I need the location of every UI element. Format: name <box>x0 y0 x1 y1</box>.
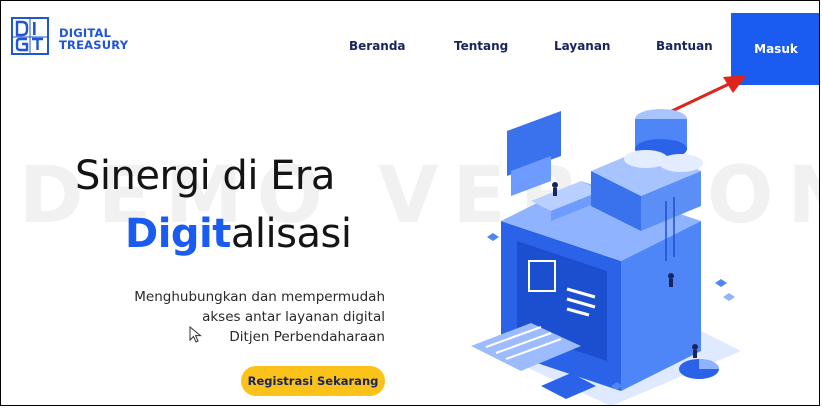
hero-subtitle-line1: Menghubungkan dan mempermudah <box>134 289 385 305</box>
nav-beranda[interactable]: Beranda <box>349 39 406 53</box>
digit-logo-icon <box>11 17 49 55</box>
hero-title-line2: Digitalisasi <box>125 211 352 257</box>
hero-title-rest: alisasi <box>230 211 352 257</box>
hero-title-line1: Sinergi di Era <box>75 153 335 199</box>
mouse-cursor-icon <box>189 326 202 343</box>
nav-tentang[interactable]: Tentang <box>454 39 508 53</box>
browser-viewport: DEMO VERSION DIGITAL TREASURY Beranda Te… <box>0 0 820 406</box>
brand-name: DIGITAL TREASURY <box>59 27 128 51</box>
brand-name-line2: TREASURY <box>59 38 129 52</box>
hero-subtitle-line2: akses antar layanan digital <box>202 309 385 325</box>
hero-subtitle: Menghubungkan dan mempermudah akses anta… <box>85 287 385 347</box>
nav-bantuan[interactable]: Bantuan <box>656 39 713 53</box>
isometric-digital-building-illustration <box>471 109 741 405</box>
register-now-button[interactable]: Registrasi Sekarang <box>241 366 385 396</box>
hero-subtitle-line3: Ditjen Perbendaharaan <box>229 329 385 345</box>
brand-logo[interactable]: DIGITAL TREASURY <box>11 17 128 55</box>
nav-layanan[interactable]: Layanan <box>554 39 610 53</box>
hero-title-accent: Digit <box>125 211 231 257</box>
